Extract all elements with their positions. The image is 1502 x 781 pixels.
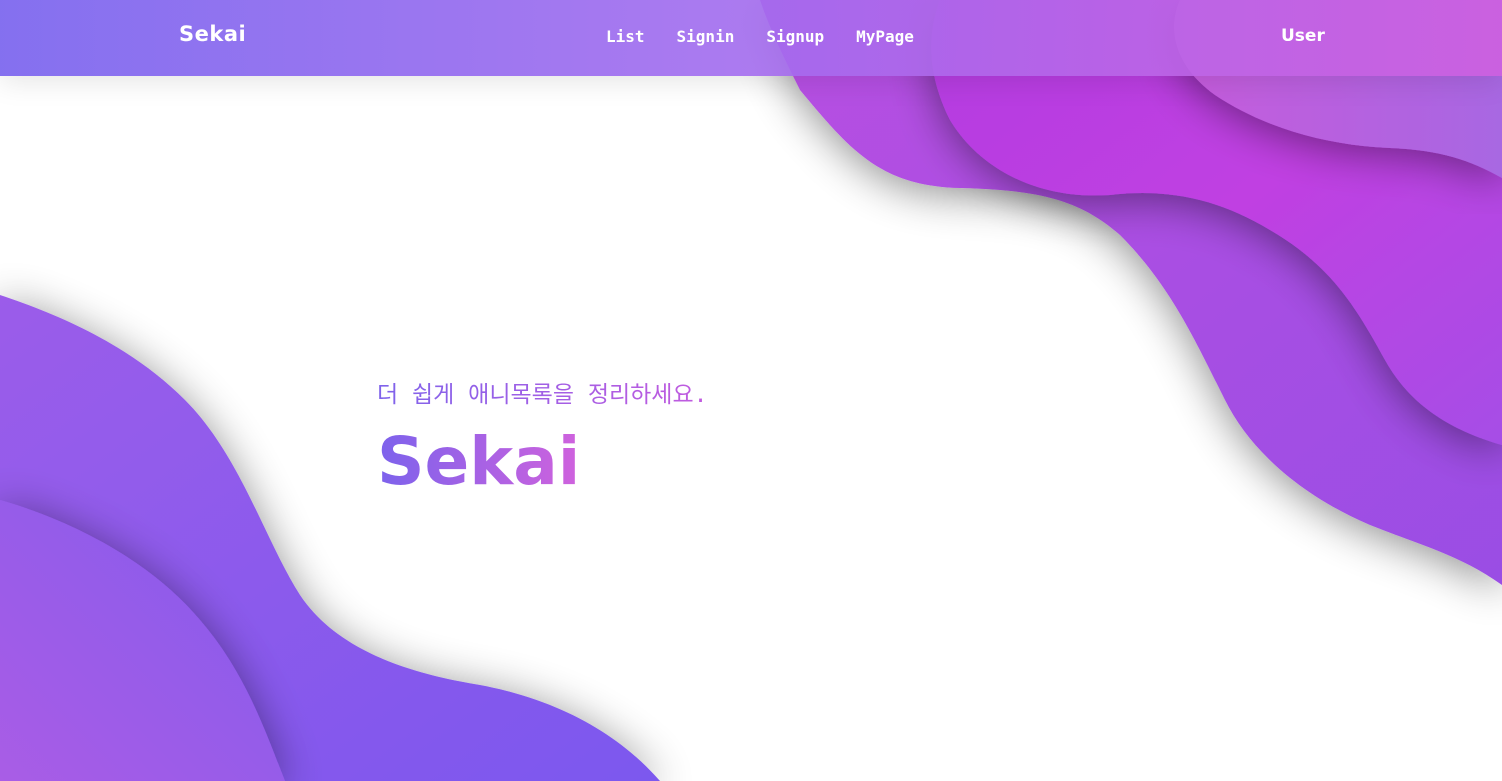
hero-subtitle: 더 쉽게 애니목록을 정리하세요. (377, 382, 708, 408)
nav-links: List Signin Signup MyPage (606, 27, 946, 47)
nav-link-list[interactable]: List (606, 27, 645, 47)
landing-page: Sekai List Signin Signup MyPage User 더 쉽… (0, 0, 1502, 781)
hero-title: Sekai (377, 423, 581, 500)
nav-link-mypage[interactable]: MyPage (856, 27, 914, 47)
user-menu-link[interactable]: User (1281, 26, 1325, 46)
hero-section: 더 쉽게 애니목록을 정리하세요. Sekai (377, 380, 707, 500)
background-waves (0, 0, 1502, 781)
top-navbar: Sekai List Signin Signup MyPage User (0, 0, 1502, 76)
nav-link-signup[interactable]: Signup (766, 27, 824, 47)
brand-logo-link[interactable]: Sekai (179, 22, 246, 46)
nav-link-signin[interactable]: Signin (677, 27, 735, 47)
